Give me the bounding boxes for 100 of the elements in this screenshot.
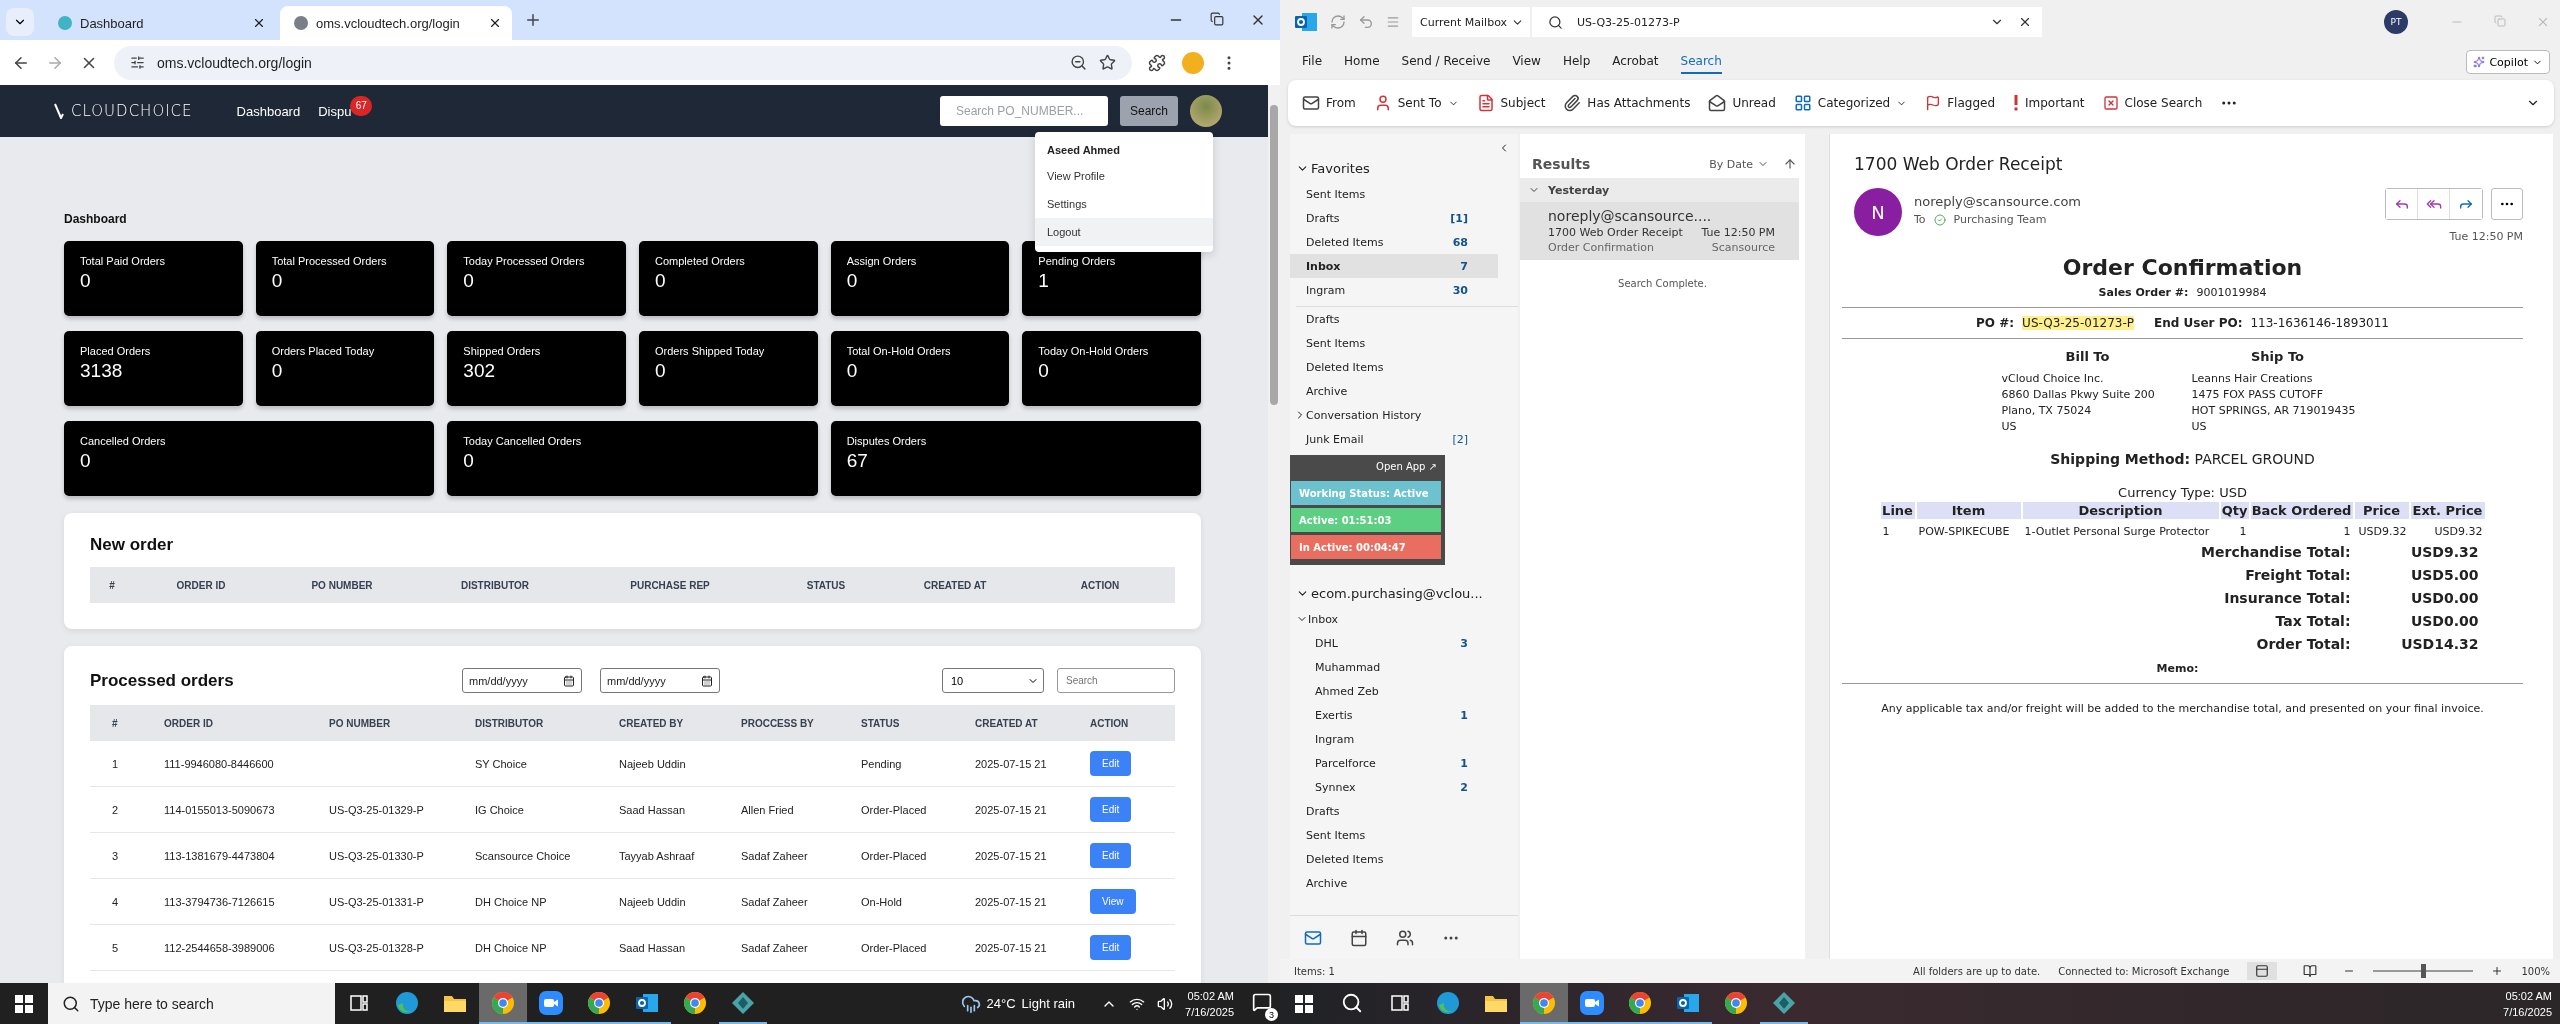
date-field[interactable]: mm/dd/yyyy xyxy=(462,668,582,693)
browser-tab[interactable]: oms.vcloudtech.org/login xyxy=(280,6,512,40)
folder-item[interactable]: Deleted Items xyxy=(1290,355,1498,379)
ribbon-button[interactable]: Categorized xyxy=(1793,94,1908,112)
folder-item[interactable]: DHL 3 xyxy=(1290,631,1498,655)
restore-icon[interactable] xyxy=(1210,12,1224,26)
folder-item[interactable]: Deleted Items xyxy=(1290,847,1498,871)
zoom-slider-thumb[interactable] xyxy=(2421,964,2427,978)
zoom-level: 100% xyxy=(2521,965,2550,977)
site-settings-icon[interactable] xyxy=(130,55,145,70)
ribbon-button[interactable]: Subject xyxy=(1476,94,1546,112)
folder-item[interactable]: Drafts [1] xyxy=(1290,206,1498,230)
page-size-select[interactable]: 10 xyxy=(942,668,1044,693)
menu-tab[interactable]: Send / Receive xyxy=(1401,50,1491,74)
user-avatar[interactable]: PT xyxy=(2384,10,2408,34)
clock-date: 7/16/2025 xyxy=(1185,1004,1234,1020)
menu-tab[interactable]: Acrobat xyxy=(1612,50,1659,74)
windows-icon[interactable] xyxy=(15,994,33,1013)
ribbon-button[interactable]: From xyxy=(1302,94,1356,112)
date-field[interactable]: mm/dd/yyyy xyxy=(600,668,720,693)
folder-item[interactable]: Archive xyxy=(1290,379,1498,403)
browser-tab[interactable]: Dashboard xyxy=(44,6,276,40)
ribbon-button[interactable]: Sent To xyxy=(1373,94,1459,112)
close-icon[interactable] xyxy=(2018,15,2032,29)
folder-item[interactable]: Sent Items xyxy=(1290,182,1498,206)
folder-item[interactable]: Drafts xyxy=(1290,307,1498,331)
folder-item[interactable]: Sent Items xyxy=(1290,331,1498,355)
new-tab-button[interactable] xyxy=(524,11,542,29)
folder-item[interactable]: Drafts xyxy=(1290,799,1498,823)
open-app-link[interactable]: Open App ↗ xyxy=(1372,459,1441,478)
chrome-icon xyxy=(1724,990,1748,1015)
ribbon-button[interactable]: Has Attachments xyxy=(1563,94,1691,112)
nav-link[interactable]: Dispu xyxy=(318,103,352,119)
volume-icon[interactable] xyxy=(1157,995,1174,1012)
sort-dropdown[interactable]: By Date xyxy=(1709,157,1769,171)
menu-item[interactable]: Settings xyxy=(1035,190,1213,218)
menu-tab[interactable]: File xyxy=(1302,50,1323,74)
sort-direction-icon[interactable] xyxy=(1783,157,1797,171)
reply-button[interactable] xyxy=(2386,189,2418,219)
mail-icon[interactable] xyxy=(1304,928,1322,947)
menu-tab[interactable]: Help xyxy=(1562,50,1591,74)
ribbon-button[interactable]: Flagged xyxy=(1925,95,1995,111)
column-header: ACTION xyxy=(1090,717,1130,729)
message-item[interactable]: noreply@scansource.... 1700 Web Order Receipt Tue 12:50 PM Order Confirmation Scansource xyxy=(1520,202,1799,260)
folder-item[interactable]: Parcelforce 1 xyxy=(1290,751,1498,775)
action-button[interactable]: Edit xyxy=(1090,797,1132,822)
mailbox-scope-dropdown[interactable]: Current Mailbox xyxy=(1412,7,1530,37)
close-icon[interactable] xyxy=(252,16,266,30)
action-button[interactable]: View xyxy=(1090,889,1136,914)
ribbon-button[interactable]: Unread xyxy=(1708,94,1776,112)
menu-tab[interactable]: Home xyxy=(1344,50,1380,74)
nav-link[interactable]: Dashboard xyxy=(236,103,301,119)
ribbon-button[interactable]: Important xyxy=(2013,95,2085,111)
folder-item[interactable]: Junk Email [2] xyxy=(1290,427,1498,451)
folder-item[interactable]: Ingram xyxy=(1290,727,1498,751)
account-header[interactable]: ecom.purchasing@vclou... xyxy=(1290,579,1518,607)
total-value: USD0.00 xyxy=(2409,590,2479,606)
people-icon[interactable] xyxy=(1396,928,1414,947)
menu-tab[interactable]: View xyxy=(1512,50,1541,74)
action-button[interactable]: Edit xyxy=(1090,935,1132,960)
star-icon[interactable] xyxy=(1099,54,1116,71)
folder-item[interactable]: Inbox xyxy=(1290,607,1498,631)
table-cell-text: US-Q3-25-01331-P xyxy=(329,895,425,908)
zoom-icon[interactable] xyxy=(1070,54,1087,71)
date-group-header[interactable]: Yesterday xyxy=(1520,178,1799,202)
folder-item[interactable]: Deleted Items 68 xyxy=(1290,230,1498,254)
ribbon-button[interactable]: Close Search xyxy=(2102,95,2203,111)
taskbar-search-field[interactable]: Type here to search xyxy=(48,983,335,1024)
action-button[interactable]: Edit xyxy=(1090,843,1132,868)
menu-item[interactable]: Logout xyxy=(1035,218,1213,246)
search-field[interactable]: US-Q3-25-01273-P xyxy=(1532,7,2042,37)
folder-item[interactable]: Archive xyxy=(1290,871,1498,895)
address-bar[interactable]: oms.vcloudtech.org/login xyxy=(114,45,1132,80)
folder-item[interactable]: Sent Items xyxy=(1290,823,1498,847)
scrollbar[interactable] xyxy=(1270,105,1278,405)
folder-item[interactable]: Conversation History xyxy=(1290,403,1498,427)
search-button[interactable]: Search xyxy=(1119,96,1178,126)
zoom-in-icon[interactable] xyxy=(2491,965,2504,977)
avatar-photo-placeholder[interactable] xyxy=(1190,95,1222,127)
action-button[interactable]: Edit xyxy=(1090,751,1132,776)
menu-tab[interactable]: Search xyxy=(1680,50,1722,74)
folder-item[interactable]: Synnex 2 xyxy=(1290,775,1498,799)
calendar-icon[interactable] xyxy=(1350,928,1368,947)
table-cell-text: Sadaf Zaheer xyxy=(741,849,809,862)
folder-item[interactable]: Ingram 30 xyxy=(1290,278,1498,302)
copilot-button[interactable]: Copilot xyxy=(2466,50,2550,74)
connection-status: Connected to: Microsoft Exchange xyxy=(2058,965,2230,977)
search-field[interactable]: Search xyxy=(1057,668,1175,693)
menu-item[interactable]: View Profile xyxy=(1035,162,1213,190)
windows-icon[interactable] xyxy=(1295,994,1313,1013)
close-icon[interactable] xyxy=(488,16,502,30)
normal-view-button[interactable] xyxy=(2247,962,2278,980)
folder-item[interactable]: Exertis 1 xyxy=(1290,703,1498,727)
notifications-icon[interactable] xyxy=(1252,992,1272,1012)
folder-item[interactable]: Inbox 7 xyxy=(1290,254,1498,278)
favorites-header[interactable]: Favorites xyxy=(1290,154,1518,182)
search-field[interactable]: Search PO_NUMBER... xyxy=(939,96,1108,126)
folder-item[interactable]: Muhammad xyxy=(1290,655,1498,679)
extensions-icon[interactable] xyxy=(1148,53,1166,72)
folder-item[interactable]: Ahmed Zeb xyxy=(1290,679,1498,703)
